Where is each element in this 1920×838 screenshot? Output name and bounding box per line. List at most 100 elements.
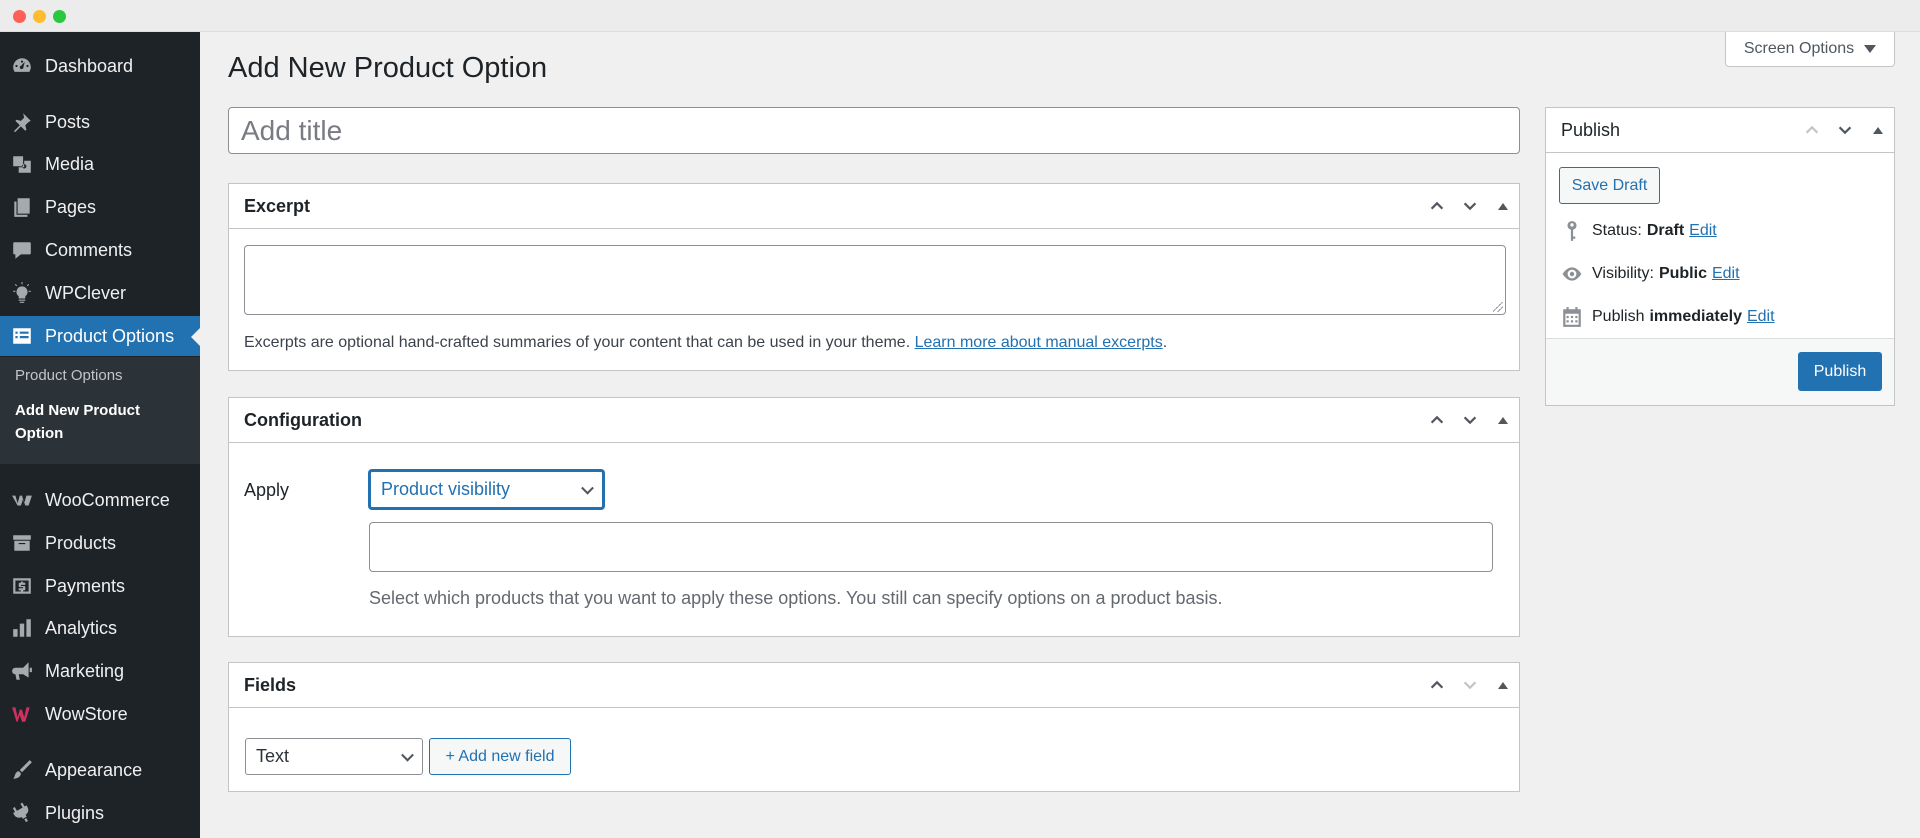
- toggle-panel-button[interactable]: [1486, 184, 1519, 229]
- submenu-item-add-new[interactable]: Add New Product Option: [15, 399, 185, 445]
- sidebar-item-label: Posts: [45, 111, 91, 132]
- apply-select[interactable]: Product visibility: [369, 470, 604, 509]
- learn-more-excerpts-link[interactable]: Learn more about manual excerpts: [915, 334, 1163, 351]
- sidebar-item-pages[interactable]: Pages: [0, 187, 200, 227]
- key-icon: [1561, 220, 1583, 242]
- sidebar-item-label: Pages: [45, 196, 97, 217]
- title-input[interactable]: [228, 107, 1520, 154]
- configuration-heading: Configuration: [244, 409, 362, 430]
- resize-handle-icon[interactable]: [1493, 302, 1503, 312]
- toggle-panel-button[interactable]: [1861, 108, 1894, 153]
- active-indicator: [191, 328, 200, 346]
- excerpt-heading: Excerpt: [244, 195, 311, 216]
- sidebar-item-label: Products: [45, 532, 117, 553]
- brush-icon: [10, 758, 34, 782]
- visibility-label: Visibility:: [1592, 265, 1654, 282]
- sidebar-item-wpclever[interactable]: WPClever: [0, 273, 200, 313]
- excerpt-textarea[interactable]: [244, 245, 1506, 315]
- close-window-button[interactable]: [13, 10, 26, 23]
- sidebar-item-label: Plugins: [45, 802, 105, 823]
- sidebar-item-plugins[interactable]: Plugins: [0, 793, 200, 833]
- chevron-down-icon: [1838, 126, 1851, 135]
- visibility-row: Visibility: Public Edit: [1561, 263, 1740, 285]
- sidebar-item-posts[interactable]: Posts: [0, 102, 200, 142]
- sidebar-submenu: Product Options Add New Product Option: [0, 357, 200, 464]
- excerpt-help-end: .: [1162, 334, 1168, 351]
- publish-time-row: Publish immediately Edit: [1561, 306, 1775, 328]
- archive-icon: [10, 531, 34, 555]
- sidebar-item-wowstore[interactable]: WowStore: [0, 694, 200, 734]
- field-type-select[interactable]: Text: [245, 738, 423, 775]
- sidebar-item-analytics[interactable]: Analytics: [0, 608, 200, 648]
- sidebar-item-label: Media: [45, 153, 95, 174]
- move-up-button[interactable]: [1420, 184, 1453, 229]
- toggle-panel-button[interactable]: [1486, 398, 1519, 443]
- configuration-header: Configuration: [229, 398, 1519, 443]
- edit-status-link[interactable]: Edit: [1689, 222, 1717, 240]
- add-new-field-button[interactable]: + Add new field: [429, 738, 571, 775]
- move-down-button[interactable]: [1453, 398, 1486, 443]
- plugin-icon: [10, 801, 34, 825]
- sidebar-item-woocommerce[interactable]: WooCommerce: [0, 480, 200, 520]
- list-icon: [10, 324, 34, 348]
- toggle-panel-button[interactable]: [1486, 663, 1519, 708]
- triangle-up-icon: [1497, 681, 1508, 689]
- configuration-box: Configuration Apply Product visibility S…: [228, 397, 1520, 637]
- dollar-icon: [10, 574, 34, 598]
- sidebar-item-label: Marketing: [45, 660, 125, 681]
- excerpt-help: Excerpts are optional hand-crafted summa…: [244, 334, 1167, 352]
- move-up-button[interactable]: [1420, 398, 1453, 443]
- media-icon: [10, 152, 34, 176]
- publish-button[interactable]: Publish: [1798, 352, 1882, 391]
- submenu-item-product-options[interactable]: Product Options: [15, 367, 123, 384]
- sidebar-item-comments[interactable]: Comments: [0, 230, 200, 270]
- sidebar-item-label: WPClever: [45, 282, 127, 303]
- sidebar-item-label: Dashboard: [45, 55, 134, 76]
- edit-publish-time-link[interactable]: Edit: [1747, 308, 1775, 326]
- dashboard-icon: [10, 54, 34, 78]
- sidebar-item-payments[interactable]: Payments: [0, 566, 200, 606]
- move-down-button[interactable]: [1453, 663, 1486, 708]
- sidebar-item-label: Analytics: [45, 617, 118, 638]
- publish-box: Publish Save Draft Status: Draft Edit Vi…: [1545, 107, 1895, 406]
- move-down-button[interactable]: [1453, 184, 1486, 229]
- visibility-value: Public: [1658, 265, 1707, 282]
- chevron-down-icon: [1463, 202, 1476, 211]
- sidebar-item-dashboard[interactable]: Dashboard: [0, 46, 200, 86]
- pages-icon: [10, 195, 34, 219]
- sidebar-item-products[interactable]: Products: [0, 523, 200, 563]
- excerpt-help-text: Excerpts are optional hand-crafted summa…: [244, 334, 911, 351]
- sidebar-item-appearance[interactable]: Appearance: [0, 750, 200, 790]
- triangle-up-icon: [1497, 416, 1508, 424]
- save-draft-button[interactable]: Save Draft: [1559, 167, 1660, 204]
- comment-icon: [10, 238, 34, 262]
- fields-heading: Fields: [244, 674, 297, 695]
- woocommerce-icon: [10, 488, 34, 512]
- window-titlebar: [0, 0, 1920, 32]
- chevron-up-icon: [1430, 201, 1443, 210]
- field-type-value: Text: [256, 746, 290, 766]
- minimize-window-button[interactable]: [33, 10, 46, 23]
- configuration-help: Select which products that you want to a…: [369, 588, 1223, 608]
- megaphone-icon: [10, 659, 34, 683]
- screen-options-button[interactable]: Screen Options: [1725, 32, 1895, 67]
- wowstore-icon: [10, 702, 34, 726]
- lightbulb-icon: [10, 281, 34, 305]
- move-up-button[interactable]: [1420, 663, 1453, 708]
- publish-value: immediately: [1649, 308, 1742, 325]
- edit-visibility-link[interactable]: Edit: [1712, 265, 1740, 283]
- move-down-button[interactable]: [1828, 108, 1861, 153]
- publish-heading: Publish: [1561, 119, 1621, 140]
- sidebar-item-label: WooCommerce: [45, 489, 170, 510]
- status-label: Status:: [1592, 222, 1642, 239]
- screen-options-label: Screen Options: [1743, 40, 1855, 57]
- chevron-down-icon: [581, 481, 594, 495]
- sidebar-item-media[interactable]: Media: [0, 144, 200, 184]
- products-search-input[interactable]: [369, 522, 1493, 572]
- sidebar-item-product-options[interactable]: Product Options: [0, 316, 200, 356]
- apply-label: Apply: [244, 480, 290, 500]
- maximize-window-button[interactable]: [53, 10, 66, 23]
- move-up-button[interactable]: [1795, 108, 1828, 153]
- sidebar-item-marketing[interactable]: Marketing: [0, 651, 200, 691]
- excerpt-header: Excerpt: [229, 184, 1519, 229]
